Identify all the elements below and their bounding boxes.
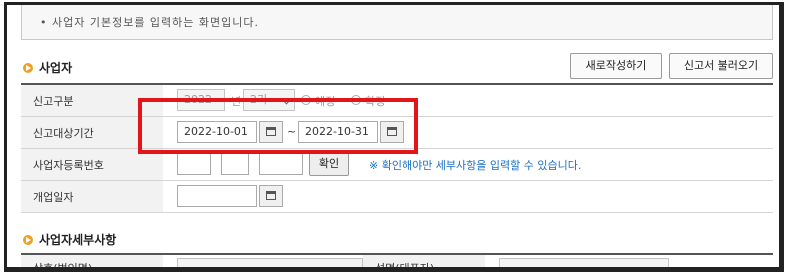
open-date-input[interactable]: [177, 185, 257, 207]
notice-text: • 사업자 기본정보를 입력하는 화면입니다.: [40, 16, 260, 29]
row-name: 상호(법인명) 성명(대표자): [21, 254, 773, 267]
section-title-detail: 사업자세부사항: [23, 231, 116, 248]
bizno-part1-input[interactable]: [177, 153, 211, 175]
bizno-part3-input[interactable]: [259, 153, 303, 175]
label-open-date: 개업일자: [21, 180, 163, 213]
bizno-hint: ※ 확인해야만 세부사항을 입력할 수 있습니다.: [369, 159, 582, 172]
company-name-input[interactable]: [177, 258, 363, 267]
label-company-name: 상호(법인명): [21, 254, 163, 267]
new-form-button[interactable]: 새로작성하기: [570, 53, 662, 79]
bizno-part2-input[interactable]: [221, 153, 249, 175]
notice-box: • 사업자 기본정보를 입력하는 화면입니다.: [21, 5, 773, 40]
load-report-button[interactable]: 신고서 불러오기: [669, 53, 773, 79]
bullet-icon: [23, 235, 33, 245]
bullet-icon: [23, 63, 33, 73]
calendar-icon[interactable]: [259, 185, 283, 207]
label-representative: 성명(대표자): [363, 254, 485, 267]
confirm-button[interactable]: 확인: [309, 152, 349, 176]
row-open-date: 개업일자: [21, 180, 773, 213]
highlight-box: [138, 98, 418, 154]
detail-form: 상호(법인명) 성명(대표자): [21, 253, 773, 267]
representative-input[interactable]: [499, 258, 669, 267]
section-title-business: 사업자: [23, 59, 72, 76]
